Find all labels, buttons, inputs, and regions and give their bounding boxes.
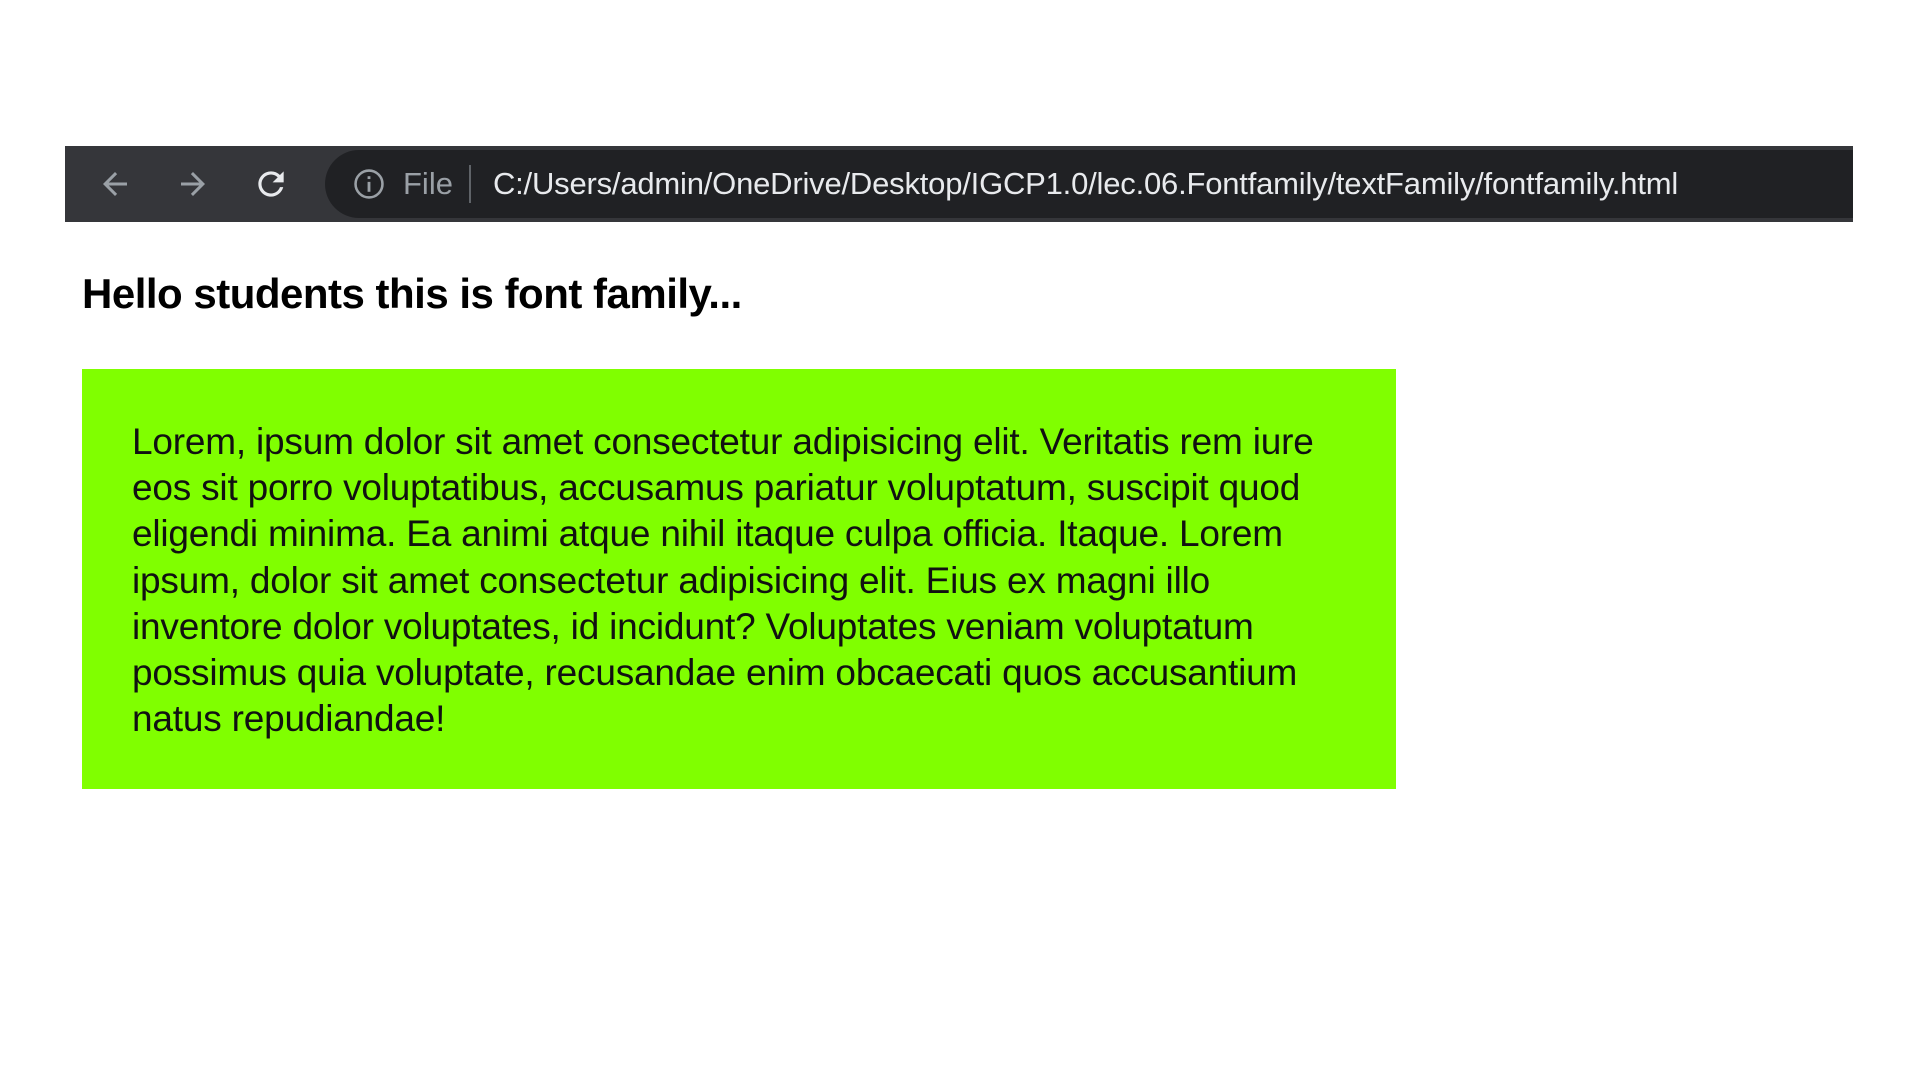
lorem-paragraph: Lorem, ipsum dolor sit amet consectetur …	[132, 421, 1314, 740]
reload-button[interactable]	[241, 154, 301, 214]
page-heading: Hello students this is font family...	[82, 270, 742, 317]
arrow-right-icon	[175, 166, 211, 202]
lorem-box: Lorem, ipsum dolor sit amet consectetur …	[82, 369, 1396, 789]
omnibox-divider	[468, 165, 471, 203]
back-button[interactable]	[85, 154, 145, 214]
url-text[interactable]: C:/Users/admin/OneDrive/Desktop/IGCP1.0/…	[493, 166, 1678, 202]
arrow-left-icon	[97, 166, 133, 202]
reload-icon	[252, 165, 290, 203]
info-circle-icon[interactable]	[351, 166, 387, 202]
scheme-label: File	[403, 166, 453, 201]
browser-toolbar: File C:/Users/admin/OneDrive/Desktop/IGC…	[65, 146, 1853, 222]
forward-button[interactable]	[163, 154, 223, 214]
page: File C:/Users/admin/OneDrive/Desktop/IGC…	[0, 0, 1920, 1080]
address-bar[interactable]: File C:/Users/admin/OneDrive/Desktop/IGC…	[325, 150, 1853, 218]
